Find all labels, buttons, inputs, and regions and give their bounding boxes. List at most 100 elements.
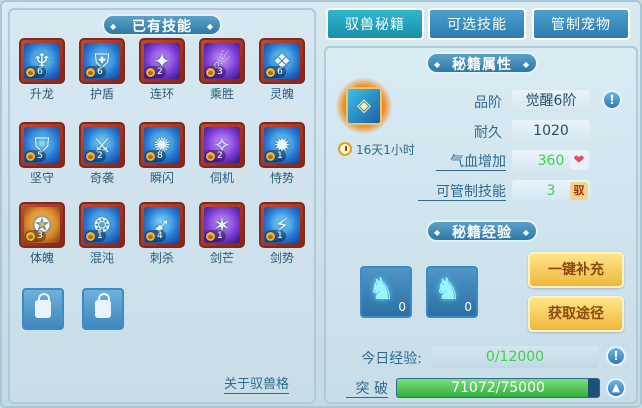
skill-level: 2	[97, 151, 103, 161]
paw-icon	[146, 67, 155, 77]
window-frame: ❦ 已有技能 ♆6升龙⛨6护盾✦2连环☄3乘胜❖6灵魄⛉5坚守⚔2奇袭✺8瞬闪✧…	[0, 0, 642, 408]
attributes-title: 秘籍属性	[426, 52, 538, 76]
breakthrough-bar: 71072/75000	[396, 378, 600, 398]
skill-name: 灵魄	[269, 87, 294, 101]
seahorse-icon: ♞	[434, 272, 461, 307]
today-exp-value: 0/12000	[432, 346, 598, 368]
skill-level: 6	[97, 67, 103, 77]
clock-icon	[338, 142, 352, 156]
skill-level-badge: 2	[205, 150, 226, 162]
skill-art: ⛉ 5	[24, 127, 60, 163]
skill-4[interactable]: ☄ 3 乘胜	[196, 38, 248, 101]
skill-name: 混沌	[89, 251, 114, 265]
hp-bonus-label[interactable]: 气血增加	[436, 154, 506, 171]
skill-icon-frame: ✶ 1	[199, 202, 245, 248]
skill-7[interactable]: ⚔ 2 奇袭	[76, 122, 128, 185]
paw-icon	[86, 151, 95, 161]
grade-info-icon[interactable]: !	[602, 90, 622, 110]
skill-level-badge: 1	[85, 230, 106, 242]
skill-name: 升龙	[29, 87, 54, 101]
skill-level: 2	[157, 67, 163, 77]
skill-12[interactable]: ❂ 1 混沌	[76, 202, 128, 265]
skill-art: ✶ 1	[204, 207, 240, 243]
skill-level-badge: 1	[265, 230, 286, 242]
skill-5[interactable]: ❖ 6 灵魄	[256, 38, 308, 101]
skill-name: 乘胜	[209, 87, 234, 101]
skill-icon-frame: ➹ 4	[139, 202, 185, 248]
skill-level-badge: 1	[205, 230, 226, 242]
skill-level-badge: 3	[25, 230, 46, 242]
skill-icon-frame: ✹ 1	[259, 122, 305, 168]
skill-level-badge: 8	[145, 150, 166, 162]
paw-icon	[26, 151, 35, 161]
skill-level: 1	[277, 231, 283, 241]
beast-book-icon[interactable]	[336, 78, 392, 134]
skill-11[interactable]: ✪ 3 体魄	[16, 202, 68, 265]
tab-1[interactable]: 驭兽秘籍	[326, 8, 424, 40]
skill-15[interactable]: ⚡ 1 剑势	[256, 202, 308, 265]
skill-level: 6	[37, 67, 43, 77]
durability-label: 耐久	[474, 125, 502, 141]
skill-10[interactable]: ✹ 1 恃势	[256, 122, 308, 185]
about-beast-slot-link[interactable]: 关于驭兽格	[224, 377, 290, 394]
skill-name: 奇袭	[89, 171, 114, 185]
control-tag: 驭	[570, 182, 588, 200]
skill-14[interactable]: ✶ 1 剑芒	[196, 202, 248, 265]
exp-item-1[interactable]: ♞ 0	[360, 266, 412, 318]
lock-icon	[35, 293, 51, 318]
paw-icon	[146, 231, 155, 241]
controllable-skills-number: 3	[546, 183, 556, 199]
durability-value: 1020	[512, 120, 590, 142]
upgrade-arrow-icon[interactable]: ▲	[606, 378, 626, 398]
book-icon	[346, 87, 382, 125]
skill-level: 3	[217, 67, 223, 77]
skill-1[interactable]: ♆ 6 升龙	[16, 38, 68, 101]
exp-item-2[interactable]: ♞ 0	[426, 266, 478, 318]
paw-icon	[86, 231, 95, 241]
experience-title: 秘籍经验	[426, 220, 538, 244]
skill-art: ♆ 6	[24, 43, 60, 79]
skill-6[interactable]: ⛉ 5 坚守	[16, 122, 68, 185]
skill-art: ✺ 8	[144, 127, 180, 163]
owned-skills-title: 已有技能	[102, 14, 222, 38]
today-exp-info-icon[interactable]: !	[606, 346, 626, 366]
book-panel: 秘籍属性 16天1小时 品阶 觉醒6阶 ! 耐久 1020 气血增加 360 ❤…	[324, 46, 638, 404]
skill-level: 2	[217, 151, 223, 161]
right-panel: 驭兽秘籍可选技能管制宠物 秘籍属性 16天1小时 品阶 觉醒6阶 ! 耐久 10…	[324, 8, 638, 404]
paw-icon	[206, 151, 215, 161]
skill-9[interactable]: ✧ 2 伺机	[196, 122, 248, 185]
skill-art: ✹ 1	[264, 127, 300, 163]
skill-level-badge: 6	[85, 66, 106, 78]
refill-button[interactable]: 一键补充	[528, 252, 624, 288]
tab-3[interactable]: 管制宠物	[532, 8, 630, 40]
skill-icon-frame: ⛉ 5	[19, 122, 65, 168]
skill-level-badge: 2	[145, 66, 166, 78]
locked-slot-2[interactable]	[82, 288, 124, 330]
locked-slot-1[interactable]	[22, 288, 64, 330]
controllable-skills-label[interactable]: 可管制技能	[418, 184, 506, 201]
obtain-button[interactable]: 获取途径	[528, 296, 624, 332]
skill-2[interactable]: ⛨ 6 护盾	[76, 38, 128, 101]
skill-13[interactable]: ➹ 4 刺杀	[136, 202, 188, 265]
skill-8[interactable]: ✺ 8 瞬闪	[136, 122, 188, 185]
breakthrough-label[interactable]: 突 破	[346, 381, 388, 398]
tab-2[interactable]: 可选技能	[428, 8, 526, 40]
grade-value: 觉醒6阶	[512, 90, 590, 112]
paw-icon	[206, 67, 215, 77]
skill-level: 5	[37, 151, 43, 161]
skill-name: 护盾	[89, 87, 114, 101]
skill-icon-frame: ☄ 3	[199, 38, 245, 84]
skill-art: ❂ 1	[84, 207, 120, 243]
skill-name: 瞬闪	[149, 171, 174, 185]
lock-icon	[95, 293, 111, 318]
skill-level: 1	[97, 231, 103, 241]
today-exp-label: 今日经验:	[361, 351, 422, 367]
skill-art: ⚡ 1	[264, 207, 300, 243]
skill-icon-frame: ❂ 1	[79, 202, 125, 248]
skill-icon-frame: ✺ 8	[139, 122, 185, 168]
skill-level: 1	[217, 231, 223, 241]
skill-art: ⚔ 2	[84, 127, 120, 163]
skill-3[interactable]: ✦ 2 连环	[136, 38, 188, 101]
time-left: 16天1小时	[356, 143, 415, 157]
skill-icon-frame: ⚡ 1	[259, 202, 305, 248]
